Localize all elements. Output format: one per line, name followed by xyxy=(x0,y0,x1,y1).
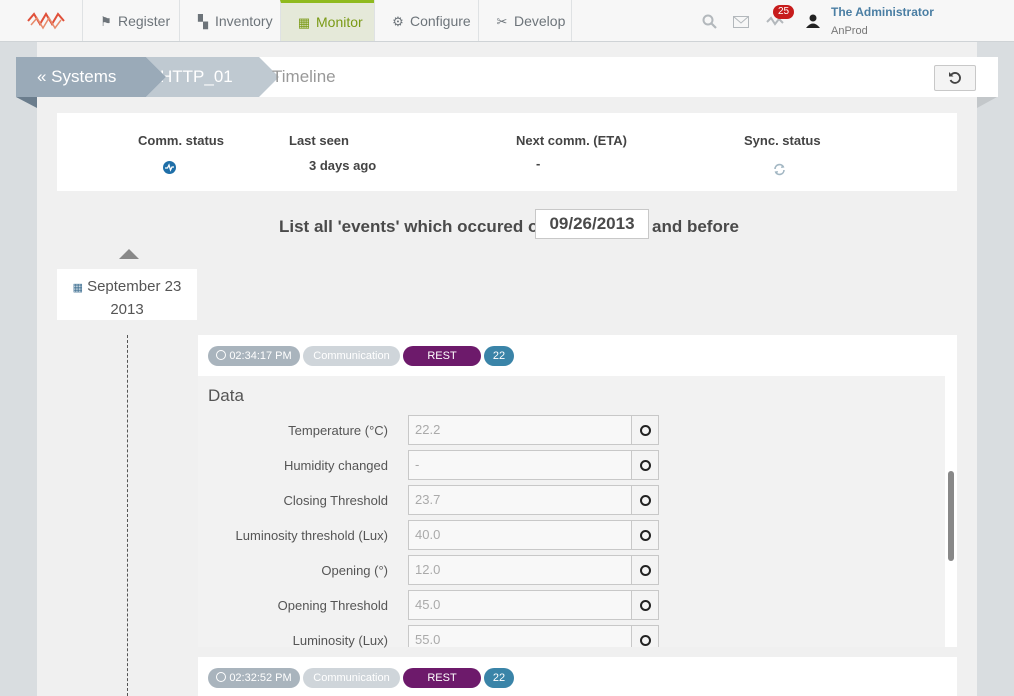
date-line1: September 23 xyxy=(87,278,182,295)
scroll-up-arrow[interactable] xyxy=(119,249,139,259)
history-button-humidity[interactable] xyxy=(631,450,659,480)
field-input-closing-threshold[interactable]: 23.7 xyxy=(408,485,632,515)
clock-icon xyxy=(216,672,227,682)
tools-icon: ✂ xyxy=(496,14,508,29)
event-data-panel: Data Temperature (°C) 22.2 Humidity chan… xyxy=(198,376,945,648)
field-input-humidity[interactable]: - xyxy=(408,450,632,480)
user-org: AnProd xyxy=(831,25,868,37)
mail-icon[interactable] xyxy=(733,16,749,28)
event-time: 02:34:17 PM xyxy=(229,350,292,362)
timeline-date-card: ▦ September 23 2013 xyxy=(57,269,197,320)
event-protocol-badge: REST xyxy=(403,668,481,688)
tab-develop[interactable]: ✂ Develop xyxy=(478,0,571,41)
event-card: 02:34:17 PM Communication REST 22 Data T… xyxy=(198,335,957,648)
refresh-icon xyxy=(949,72,961,84)
tab-inventory-label: Inventory xyxy=(215,13,273,29)
clock-icon xyxy=(639,565,651,576)
brand-logo[interactable] xyxy=(26,10,66,32)
clock-icon xyxy=(639,600,651,611)
breadcrumb-systems[interactable]: « Systems xyxy=(16,57,166,97)
field-label-luminosity: Luminosity (Lux) xyxy=(292,633,388,648)
user-icon[interactable] xyxy=(805,14,821,28)
ribbon-fold-left xyxy=(16,97,37,108)
field-label-luminosity-threshold: Luminosity threshold (Lux) xyxy=(235,528,388,543)
event-count-badge: 22 xyxy=(484,668,514,688)
last-seen-value: 3 days ago xyxy=(309,158,377,173)
clock-icon xyxy=(639,460,651,471)
event-time-badge: 02:34:17 PM xyxy=(208,346,300,366)
tab-monitor[interactable]: ▦ Monitor xyxy=(280,0,374,41)
tab-register-label: Register xyxy=(118,13,171,29)
search-icon[interactable] xyxy=(702,14,717,29)
notifications-badge[interactable]: 25 xyxy=(773,5,795,19)
refresh-button[interactable] xyxy=(934,65,976,91)
gear-icon: ⚙ xyxy=(392,14,404,29)
event-protocol-badge: REST xyxy=(403,346,481,366)
field-label-humidity: Humidity changed xyxy=(283,458,388,473)
field-label-opening-threshold: Opening Threshold xyxy=(277,598,388,613)
top-navbar: ⚑ Register ▚ Inventory ▦ Monitor ⚙ Configure… xyxy=(0,0,1014,42)
field-input-luminosity-threshold[interactable]: 40.0 xyxy=(408,520,632,550)
last-seen-label: Last seen xyxy=(289,133,349,148)
event-filter: List all 'events' which occured on 09/26… xyxy=(0,209,1014,239)
flag-icon: ⚑ xyxy=(100,14,112,29)
timeline-line xyxy=(127,335,128,696)
monitor-icon: ▦ xyxy=(297,15,311,30)
calendar-icon: ▦ xyxy=(72,282,84,294)
field-label-temperature: Temperature (°C) xyxy=(288,423,388,438)
history-button-opening[interactable] xyxy=(631,555,659,585)
clock-icon xyxy=(639,635,651,646)
next-comm-label: Next comm. (ETA) xyxy=(516,133,627,148)
clock-icon xyxy=(216,350,227,360)
tab-develop-label: Develop xyxy=(514,13,566,29)
filter-suffix: and before xyxy=(652,217,739,236)
field-input-luminosity[interactable]: 55.0 xyxy=(408,625,632,647)
tab-configure-label: Configure xyxy=(410,13,471,29)
clock-icon xyxy=(639,530,651,541)
field-label-opening: Opening (°) xyxy=(321,563,388,578)
date-line2: 2013 xyxy=(110,301,144,318)
ribbon-fold-right xyxy=(977,97,997,108)
field-label-closing-threshold: Closing Threshold xyxy=(283,493,388,508)
data-title: Data xyxy=(208,386,244,405)
event-count-badge: 22 xyxy=(484,346,514,366)
sync-status-label: Sync. status xyxy=(744,133,821,148)
nav-divider xyxy=(571,0,572,41)
field-input-temperature[interactable]: 22.2 xyxy=(408,415,632,445)
user-name[interactable]: The Administrator xyxy=(831,5,934,19)
next-comm-value: - xyxy=(536,156,541,171)
event-card: 02:32:52 PM Communication REST 22 xyxy=(198,657,957,696)
clock-icon xyxy=(639,495,651,506)
history-button-luminosity-threshold[interactable] xyxy=(631,520,659,550)
status-card: Comm. status Last seen 3 days ago Next c… xyxy=(57,113,957,191)
history-button-temperature[interactable] xyxy=(631,415,659,445)
history-button-closing-threshold[interactable] xyxy=(631,485,659,515)
history-button-opening-threshold[interactable] xyxy=(631,590,659,620)
sync-icon xyxy=(774,163,785,176)
field-input-opening-threshold[interactable]: 45.0 xyxy=(408,590,632,620)
field-input-opening[interactable]: 12.0 xyxy=(408,555,632,585)
comm-status-icon xyxy=(163,161,176,174)
date-input[interactable]: 09/26/2013 xyxy=(535,209,649,239)
event-type-badge: Communication xyxy=(303,668,400,688)
history-button-luminosity[interactable] xyxy=(631,625,659,647)
tab-inventory[interactable]: ▚ Inventory xyxy=(179,0,280,41)
event-time: 02:32:52 PM xyxy=(229,672,292,684)
scrollbar-thumb[interactable] xyxy=(948,471,954,561)
breadcrumb-current: Timeline xyxy=(272,67,336,86)
tab-monitor-label: Monitor xyxy=(316,14,363,30)
comm-status-label: Comm. status xyxy=(138,133,224,148)
event-type-badge: Communication xyxy=(303,346,400,366)
event-time-badge: 02:32:52 PM xyxy=(208,668,300,688)
filter-prefix: List all 'events' which occured on xyxy=(279,217,549,236)
clock-icon xyxy=(639,425,651,436)
breadcrumb: HTTP_01 « Systems Timeline xyxy=(16,57,998,97)
tab-register[interactable]: ⚑ Register xyxy=(82,0,179,41)
tab-configure[interactable]: ⚙ Configure xyxy=(374,0,478,41)
box-icon: ▚ xyxy=(198,14,208,29)
